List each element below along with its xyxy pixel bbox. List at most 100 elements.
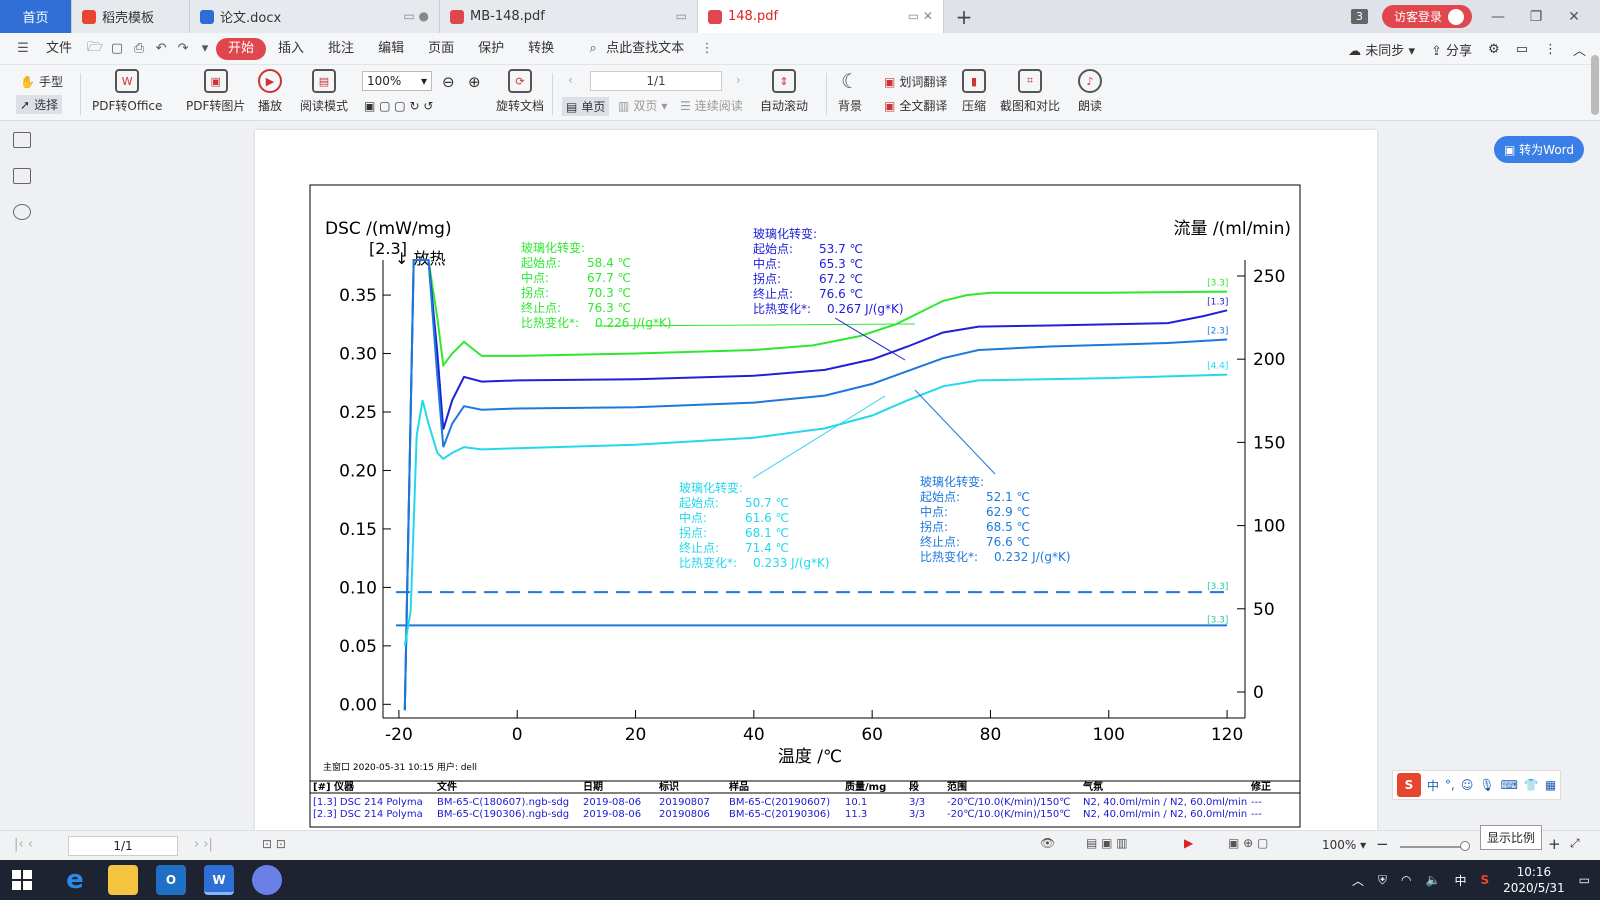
play-button[interactable]: ▶ 播放	[258, 69, 282, 114]
menu-convert[interactable]: 转换	[516, 38, 566, 60]
more-icon[interactable]: ⋮	[696, 41, 718, 56]
volume-icon[interactable]: 🔈	[1426, 873, 1441, 887]
login-button[interactable]: 访客登录	[1381, 5, 1472, 28]
layout-icons[interactable]: ▣ ⊕ ▢	[1228, 836, 1268, 850]
tab-docer[interactable]: 稻壳模板	[72, 0, 190, 33]
toolbox-icon[interactable]: ▦	[1545, 778, 1556, 792]
clock[interactable]: 10:16 2020/5/31	[1503, 864, 1565, 896]
notification-icon[interactable]: ▭	[1579, 873, 1590, 887]
first-page-icon[interactable]: |‹ ‹	[14, 837, 33, 852]
voice-icon[interactable]: 🎙	[1479, 778, 1494, 792]
app-icon[interactable]	[252, 865, 282, 895]
zoom-select[interactable]: 100% ▾	[362, 71, 432, 91]
sync-status[interactable]: ☁ 未同步 ▾	[1348, 40, 1415, 59]
fullscreen-icon[interactable]: ⤢	[1570, 836, 1580, 851]
share-button[interactable]: ⇪ 分享	[1431, 40, 1472, 59]
screenshot-compare-button[interactable]: ⌗ 截图和对比	[1000, 69, 1060, 114]
file-explorer-icon[interactable]	[108, 865, 138, 895]
zoom-in-icon[interactable]: ⊕	[468, 73, 481, 91]
select-tool[interactable]: ➚ 选择	[16, 95, 63, 114]
convert-to-word-button[interactable]: ▣ 转为Word	[1494, 136, 1585, 163]
wifi-icon[interactable]: ◠	[1401, 873, 1411, 887]
print-icon[interactable]: ⎙	[128, 41, 150, 56]
window-count-badge[interactable]: 3	[1350, 9, 1368, 24]
tab-home[interactable]: 首页	[0, 0, 72, 33]
comment-icon[interactable]: ▭	[1516, 42, 1528, 57]
wps-icon[interactable]: W	[204, 865, 234, 895]
rotate-doc-button[interactable]: ⟳ 旋转文档	[496, 69, 544, 114]
zoom-out-icon[interactable]: ⊖	[442, 73, 455, 91]
undo-icon[interactable]: ↶	[150, 41, 172, 56]
sogou-tray-icon[interactable]: S	[1480, 873, 1489, 887]
chevron-down-icon[interactable]: ▾	[194, 41, 216, 56]
ime-toolbar[interactable]: S 中 °, ☺ 🎙 ⌨ 👕 ▦	[1392, 770, 1562, 800]
status-zoom[interactable]: 100% ▾	[1322, 838, 1366, 852]
play-slide-icon[interactable]: ▶	[1184, 836, 1193, 850]
open-folder-icon[interactable]: 🗁	[84, 38, 106, 60]
menu-file[interactable]: 文件	[34, 38, 84, 60]
last-page-icon[interactable]: › ›|	[194, 837, 213, 852]
search-icon[interactable]: ⌕	[582, 41, 604, 56]
status-page-input[interactable]: 1/1	[68, 836, 178, 856]
zoom-slider-knob[interactable]	[1460, 841, 1470, 851]
zoom-in-status-icon[interactable]: +	[1548, 835, 1561, 853]
skin-icon[interactable]: 👕	[1524, 778, 1539, 792]
compress-button[interactable]: ▮ 压缩	[962, 69, 986, 114]
page-number-input[interactable]: 1/1	[590, 71, 722, 91]
more-vertical-icon[interactable]: ⋮	[1544, 42, 1557, 57]
pdf-to-office-button[interactable]: W PDF转Office	[92, 69, 162, 114]
punctuation-icon[interactable]: °,	[1445, 778, 1455, 792]
continuous-read-button[interactable]: ☰ 连续阅读	[680, 97, 743, 114]
menu-protect[interactable]: 保护	[466, 38, 516, 60]
bookmark-icon[interactable]: ⊡ ⊡	[262, 837, 286, 851]
tab-close-icon[interactable]: ▭ ✕	[908, 9, 933, 23]
vertical-scrollbar[interactable]	[1590, 55, 1600, 730]
pdf-to-image-button[interactable]: ▣ PDF转图片	[186, 69, 245, 114]
search-text-button[interactable]: 点此查找文本	[604, 38, 696, 60]
annotation-icon[interactable]	[13, 204, 31, 220]
double-page-button[interactable]: ▥ 双页 ▾	[618, 97, 667, 114]
menu-edit[interactable]: 编辑	[366, 38, 416, 60]
save-icon[interactable]: ▢	[106, 41, 128, 56]
restore-icon[interactable]: ❐	[1524, 9, 1548, 25]
word-translate-button[interactable]: ▣ 划词翻译	[884, 73, 947, 90]
thumbnail-icon[interactable]	[13, 168, 31, 184]
menu-annotate[interactable]: 批注	[316, 38, 366, 60]
chevron-up-icon[interactable]: ︿	[1352, 872, 1364, 889]
prev-page-icon[interactable]: ‹	[568, 73, 573, 87]
settings-icon[interactable]: ⚙	[1488, 42, 1500, 57]
emoji-icon[interactable]: ☺	[1461, 778, 1474, 792]
collapse-icon[interactable]: ︿	[1573, 40, 1586, 59]
tab-word-doc[interactable]: 论文.docx ▭ ●	[190, 0, 440, 33]
new-tab-button[interactable]: +	[944, 0, 984, 33]
hand-tool[interactable]: ✋ 手型	[20, 73, 63, 90]
tab-mb148-pdf[interactable]: MB-148.pdf ▭	[440, 0, 698, 33]
hamburger-icon[interactable]: ☰	[12, 41, 34, 56]
full-translate-button[interactable]: ▣ 全文翻译	[884, 97, 947, 114]
autoscroll-button[interactable]: ⇕ 自动滚动	[760, 69, 808, 114]
single-page-button[interactable]: ▤ 单页	[562, 97, 610, 116]
eye-icon[interactable]: 👁	[1040, 836, 1055, 850]
zoom-out-status-icon[interactable]: −	[1376, 835, 1389, 853]
read-mode-button[interactable]: ▤ 阅读模式	[300, 69, 348, 114]
menu-insert[interactable]: 插入	[266, 38, 316, 60]
taskbar-ime[interactable]: 中	[1454, 872, 1466, 889]
fit-page-icon[interactable]: ▣ ▢ ▢ ↻ ↺	[364, 99, 433, 113]
keyboard-icon[interactable]: ⌨	[1501, 778, 1518, 792]
menu-start[interactable]: 开始	[216, 37, 267, 60]
background-button[interactable]: ☾ 背景	[838, 69, 862, 114]
outlook-icon[interactable]: O	[156, 865, 186, 895]
scrollbar-thumb[interactable]	[1591, 55, 1599, 115]
redo-icon[interactable]: ↷	[172, 41, 194, 56]
ime-language[interactable]: 中	[1427, 777, 1439, 794]
view-mode-icons[interactable]: ▤ ▣ ▥	[1086, 836, 1128, 850]
next-page-icon[interactable]: ›	[736, 73, 741, 87]
windows-start-icon[interactable]	[12, 870, 32, 890]
zoom-slider[interactable]	[1400, 841, 1470, 851]
tab-148-pdf[interactable]: 148.pdf ▭ ✕	[698, 0, 944, 33]
outline-icon[interactable]	[13, 132, 31, 148]
close-window-icon[interactable]: ✕	[1562, 9, 1586, 25]
edge-icon[interactable]: e	[60, 865, 90, 895]
shield-icon[interactable]: ⛨	[1378, 873, 1387, 888]
minimize-icon[interactable]: —	[1486, 9, 1510, 25]
